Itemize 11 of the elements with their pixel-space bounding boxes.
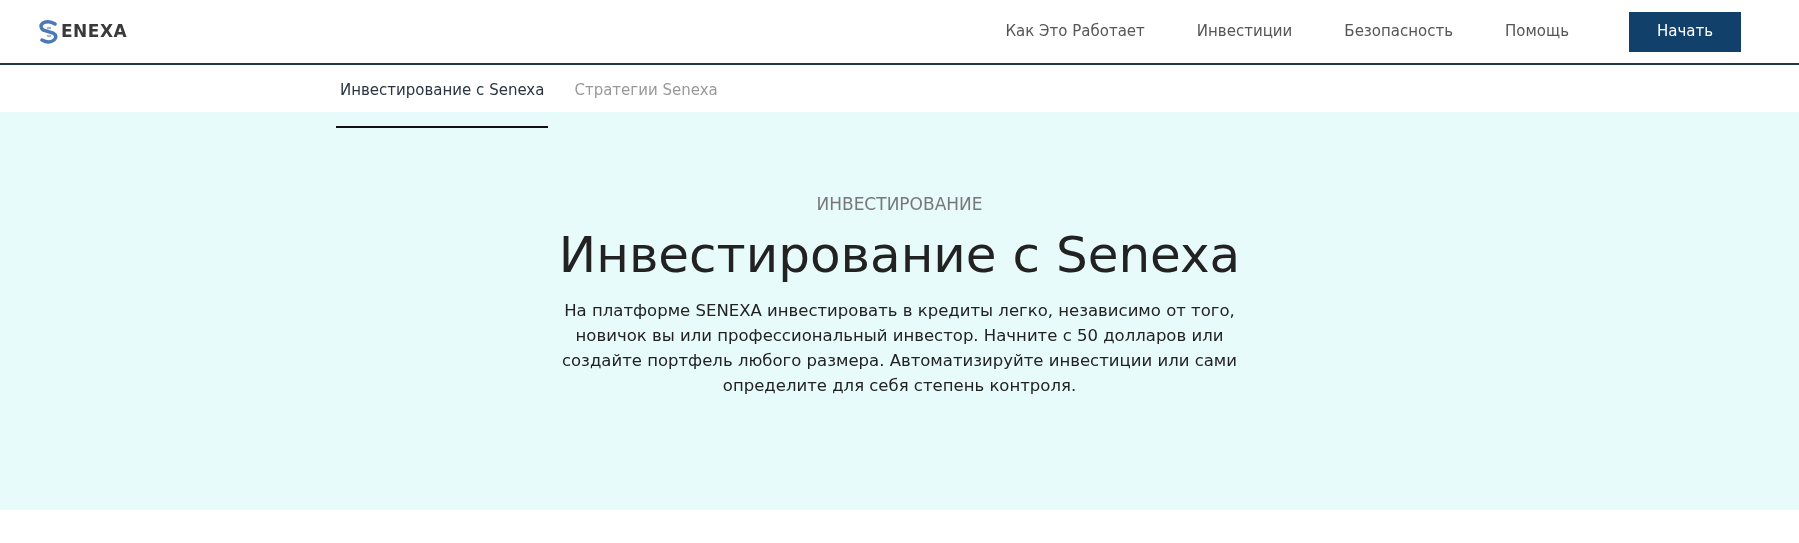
nav-link[interactable]: Безопасность xyxy=(1344,20,1454,43)
logo[interactable]: ENEXA xyxy=(38,18,128,45)
logo-text: ENEXA xyxy=(61,19,128,43)
nav-link[interactable]: Инвестиции xyxy=(1196,20,1293,43)
nav-link[interactable]: Помощь xyxy=(1505,20,1569,43)
logo-icon xyxy=(38,18,60,45)
nav-link[interactable]: Как Это Работает xyxy=(1005,20,1145,43)
start-button[interactable]: Начать xyxy=(1629,11,1741,52)
hero-text: На платформе SENEXA инвестировать в кредиты легко, независимо от того, новичок вы или профессиональный инвестор. Начните с 50 долларов или создайте портфель любого размера. Автоматизируйте инвестиции или сами определите для себя степень контроля. xyxy=(560,299,1239,397)
hero-title: Инвестирование с Senexa xyxy=(558,224,1241,286)
eyebrow: ИНВЕСТИРОВАНИЕ xyxy=(816,193,983,216)
